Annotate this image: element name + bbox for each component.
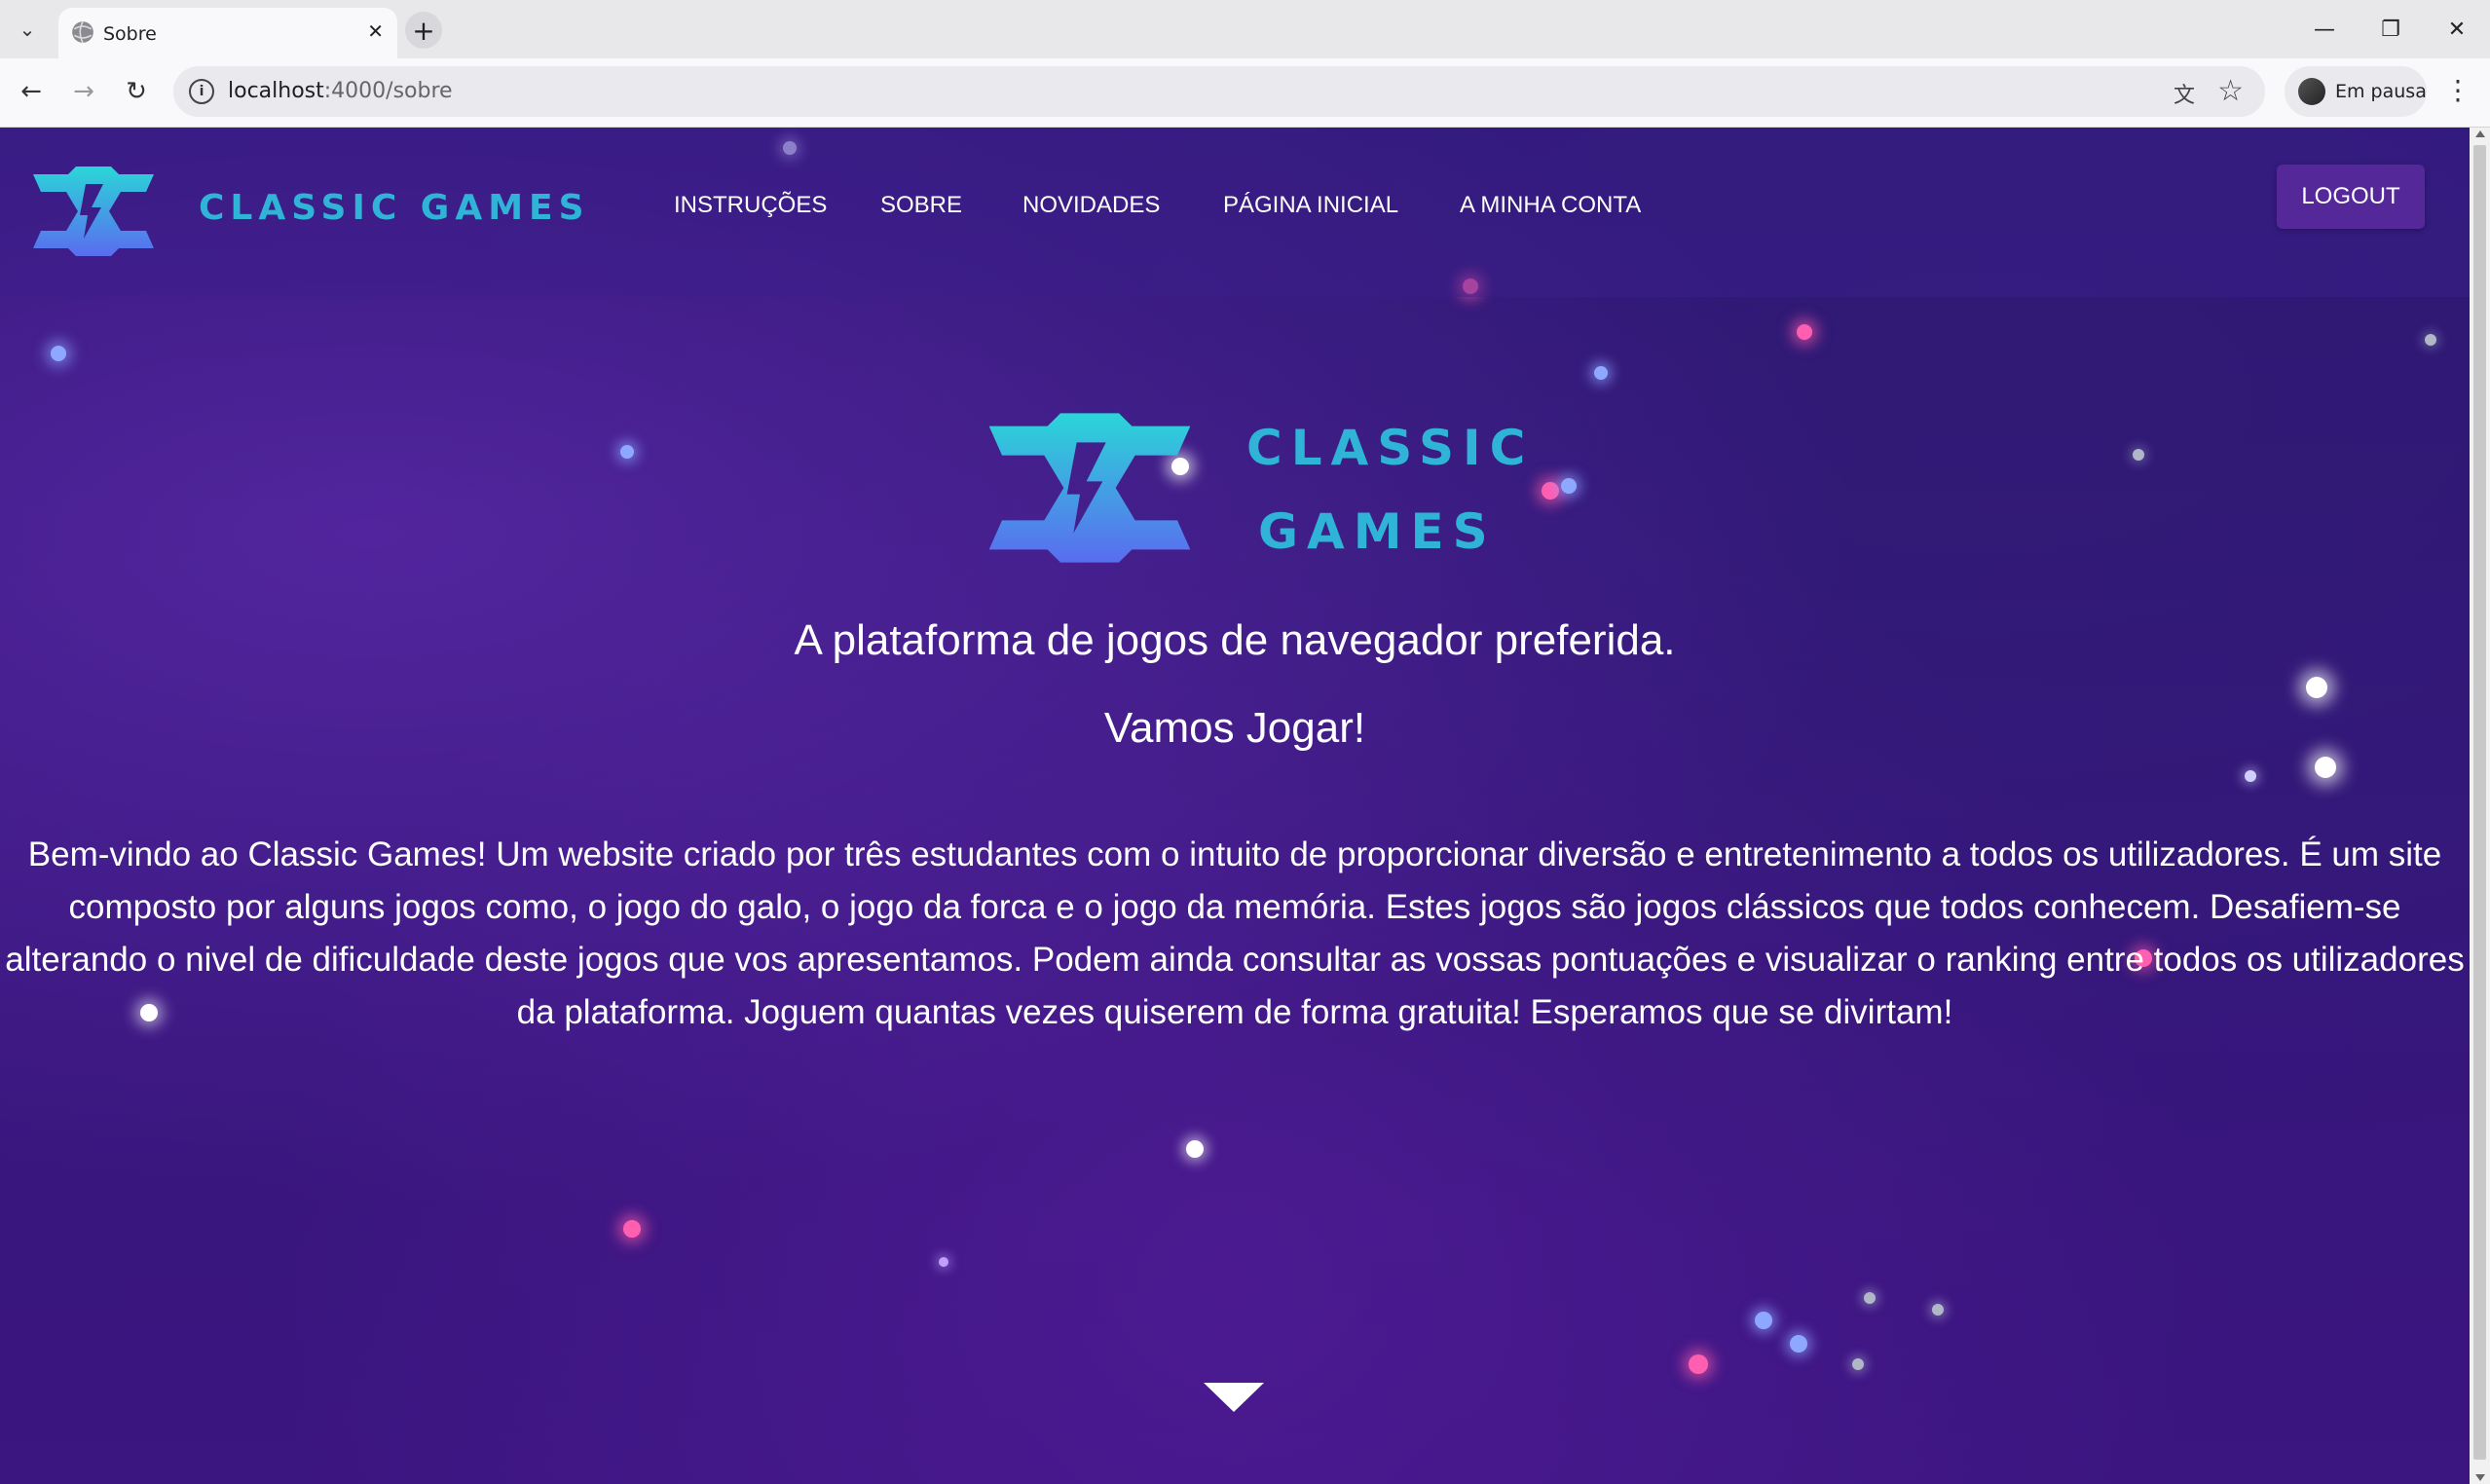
background-star — [1852, 1358, 1864, 1370]
page-viewport: CLASSIC GAMES INSTRUÇÕES SOBRE NOVIDADES… — [0, 128, 2470, 1484]
background-star — [1755, 1312, 1772, 1329]
about-paragraph: Bem-vindo ao Classic Games! Um website c… — [5, 835, 2465, 1031]
menu-kebab-icon[interactable]: ⋮ — [2444, 74, 2471, 106]
tab-search-chevron-icon[interactable]: ⌄ — [12, 14, 43, 45]
hero-brand-line-2: GAMES — [1258, 503, 1497, 560]
background-star — [51, 346, 66, 361]
scroll-down-arrow-icon[interactable] — [1204, 1383, 1264, 1412]
window-close-icon[interactable]: ✕ — [2433, 10, 2481, 49]
nav-link-instrucoes[interactable]: INSTRUÇÕES — [674, 192, 827, 219]
tab-close-icon[interactable]: ✕ — [367, 19, 384, 43]
background-star — [2306, 677, 2327, 698]
address-bar[interactable]: i localhost:4000/sobre 文 ☆ — [173, 66, 2265, 117]
background-star — [1790, 1335, 1807, 1353]
avatar — [2298, 78, 2325, 105]
forward-icon[interactable]: → — [64, 72, 103, 111]
url-text[interactable]: localhost:4000/sobre — [228, 79, 453, 103]
minimize-icon[interactable]: — — [2300, 10, 2349, 49]
restore-icon[interactable]: ❐ — [2366, 10, 2415, 49]
url-path: :4000/sobre — [323, 79, 453, 103]
translate-icon[interactable]: 文 — [2174, 78, 2195, 109]
background-star — [1186, 1140, 1204, 1158]
browser-tabstrip: ⌄ Sobre ✕ + — ❐ ✕ — [0, 0, 2490, 58]
background-star — [620, 445, 634, 459]
nav-link-novidades[interactable]: NOVIDADES — [1022, 192, 1160, 219]
scrollbar-thumb[interactable] — [2473, 145, 2486, 1460]
tab-title: Sobre — [103, 23, 157, 45]
background-star — [1689, 1354, 1708, 1374]
background-star — [2425, 334, 2436, 346]
site-header: CLASSIC GAMES INSTRUÇÕES SOBRE NOVIDADES… — [0, 128, 2470, 297]
profile-button[interactable]: Em pausa — [2285, 66, 2427, 117]
logout-button[interactable]: LOGOUT — [2277, 165, 2425, 229]
url-host: localhost — [228, 79, 324, 103]
site-info-icon[interactable]: i — [189, 79, 214, 104]
tagline: A plataforma de jogos de navegador prefe… — [794, 616, 1676, 664]
profile-label: Em pausa — [2335, 81, 2427, 102]
page-scrollbar[interactable] — [2470, 128, 2490, 1484]
background-star — [623, 1220, 641, 1238]
scroll-up-icon[interactable] — [2475, 130, 2485, 137]
background-star — [2133, 449, 2144, 461]
nav-link-a-minha-conta[interactable]: A MINHA CONTA — [1460, 192, 1641, 219]
hero-logo-icon — [988, 413, 1191, 563]
background-star — [1594, 366, 1608, 380]
background-star — [1561, 478, 1577, 494]
reload-icon[interactable]: ↻ — [117, 72, 156, 111]
browser-tab[interactable]: Sobre ✕ — [58, 8, 397, 58]
background-star — [1542, 482, 1559, 500]
background-star — [2245, 770, 2256, 782]
header-brand-name[interactable]: CLASSIC GAMES — [199, 188, 590, 228]
cta-text: Vamos Jogar! — [1103, 704, 1366, 752]
browser-toolbar: ← → ↻ i localhost:4000/sobre 文 ☆ Em paus… — [0, 58, 2490, 128]
hero-brand-line-1: CLASSIC — [1246, 420, 1535, 476]
background-star — [1864, 1292, 1876, 1304]
background-star — [1932, 1304, 1944, 1316]
new-tab-button[interactable]: + — [405, 12, 442, 49]
nav-link-sobre[interactable]: SOBRE — [880, 192, 962, 219]
classic-games-logo-icon[interactable] — [27, 165, 160, 258]
background-star — [2315, 757, 2336, 778]
background-star — [939, 1257, 948, 1267]
back-icon[interactable]: ← — [12, 72, 51, 111]
bookmark-star-icon[interactable]: ☆ — [2217, 74, 2244, 108]
background-star — [1797, 324, 1812, 340]
nav-link-pagina-inicial[interactable]: PÁGINA INICIAL — [1223, 192, 1398, 219]
globe-icon — [72, 20, 93, 44]
scroll-down-icon[interactable] — [2475, 1474, 2485, 1481]
